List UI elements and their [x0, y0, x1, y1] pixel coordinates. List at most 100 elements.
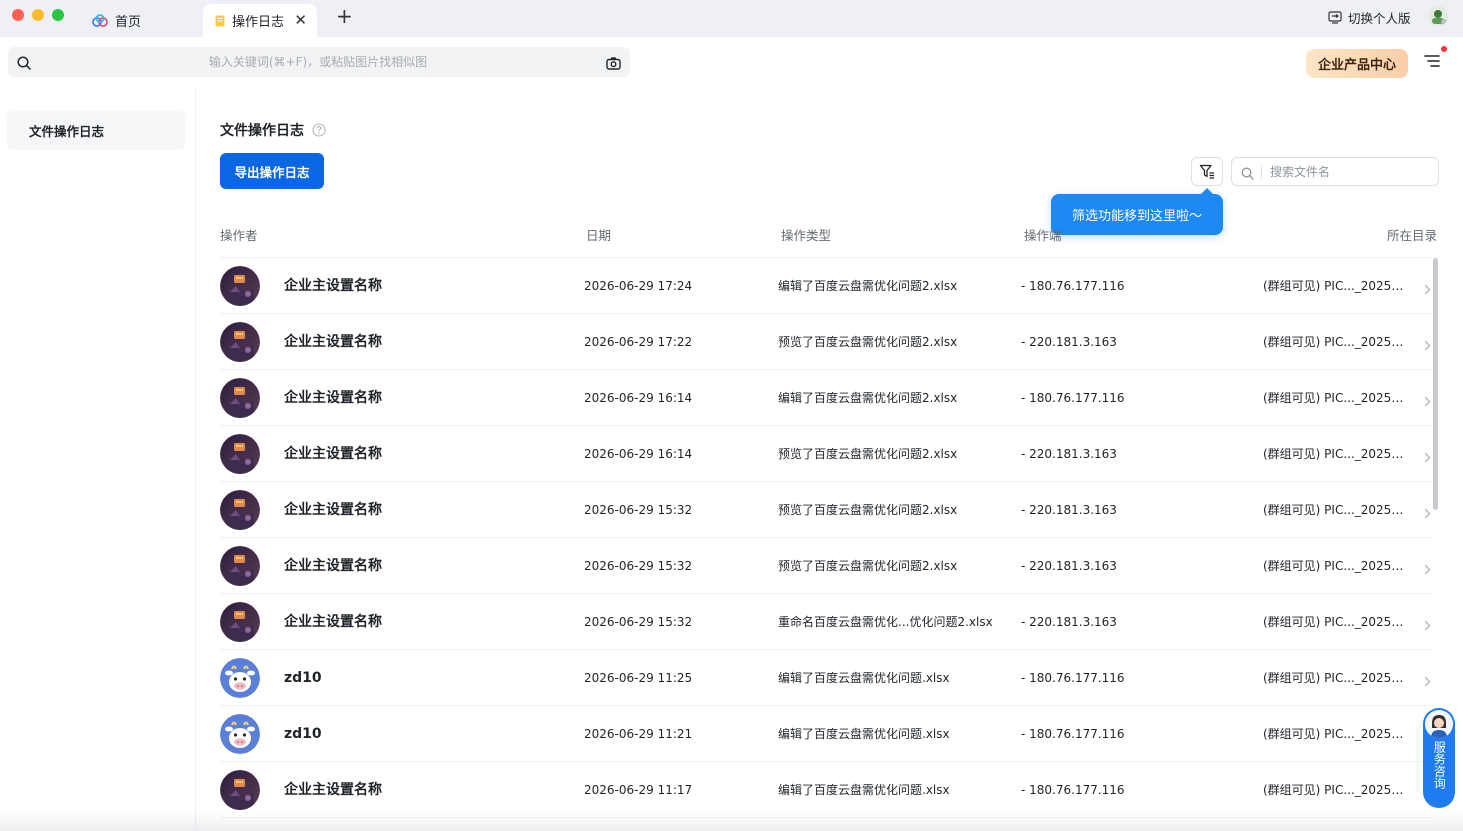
table-row[interactable]: 企业主设置名称 2026-06-29 17:24 编辑了百度云盘需优化问题2.xls… [220, 258, 1433, 314]
sidebar-item-file-operation-log[interactable]: 文件操作日志 [7, 111, 185, 150]
operation-ip: - 220.181.3.163 [1021, 335, 1117, 349]
search-separator [1261, 166, 1262, 179]
operator-avatar [220, 714, 260, 754]
directory-link[interactable]: (群组可见) PIC..._2025版.... [1263, 650, 1413, 706]
column-header-type[interactable]: 操作类型 [781, 225, 831, 244]
operation-type: 编辑了百度云盘需优化问题2.xlsx [778, 391, 958, 405]
close-tab-icon[interactable]: ✕ [294, 12, 307, 28]
chevron-right-icon[interactable] [1424, 560, 1431, 579]
operation-type: 预览了百度云盘需优化问题2.xlsx [778, 559, 958, 573]
column-header-operator[interactable]: 操作者 [220, 225, 258, 244]
hamburger-icon [1424, 55, 1440, 67]
chevron-right-icon[interactable] [1424, 504, 1431, 523]
operation-date: 2026-06-29 15:32 [584, 559, 693, 573]
title-bar: 首页 操作日志 ✕ + 切换个人版 [0, 0, 1463, 37]
table-row[interactable]: 企业主设置名称 2026-06-29 15:32 预览了百度云盘需优化问题2.xls… [220, 538, 1433, 594]
new-tab-button[interactable]: + [336, 5, 353, 27]
operator-name: 企业主设置名称 [284, 558, 382, 574]
file-name-search[interactable] [1231, 157, 1439, 186]
directory-link[interactable]: (群组可见) PIC..._2025版.... [1263, 538, 1413, 594]
chevron-right-icon[interactable] [1424, 336, 1431, 355]
operation-type: 编辑了百度云盘需优化问题.xlsx [778, 671, 950, 685]
operation-type: 编辑了百度云盘需优化问题2.xlsx [778, 279, 958, 293]
operation-date: 2026-06-29 11:25 [584, 671, 693, 685]
operation-date: 2026-06-29 11:17 [584, 783, 693, 797]
table-row[interactable]: 企业主设置名称 2026-06-29 17:22 预览了百度云盘需优化问题2.xls… [220, 314, 1433, 370]
operator-avatar [220, 770, 260, 810]
minimize-window-button[interactable] [32, 9, 44, 21]
export-log-button[interactable]: 导出操作日志 [220, 153, 324, 189]
search-icon [17, 55, 31, 74]
operation-type: 预览了百度云盘需优化问题2.xlsx [778, 335, 958, 349]
file-name-search-input[interactable] [1270, 158, 1430, 185]
operation-date: 2026-06-29 15:32 [584, 503, 693, 517]
sidebar: 文件操作日志 [0, 88, 196, 831]
menu-button[interactable] [1424, 46, 1447, 73]
operation-type: 预览了百度云盘需优化问题2.xlsx [778, 447, 958, 461]
filter-icon [1199, 164, 1214, 179]
operator-name: zd10 [284, 726, 322, 742]
close-window-button[interactable] [12, 9, 24, 21]
enterprise-product-center-button[interactable]: 企业产品中心 [1306, 49, 1408, 78]
operation-ip: - 220.181.3.163 [1021, 559, 1117, 573]
table-row[interactable]: zd10 2026-06-29 11:21 编辑了百度云盘需优化问题.xlsx - 1… [220, 706, 1433, 762]
directory-link[interactable]: (群组可见) PIC..._2025版.... [1263, 762, 1413, 818]
user-avatar[interactable] [1428, 6, 1448, 26]
cloud-logo-icon [92, 13, 108, 28]
tab-operation-log[interactable]: 操作日志 ✕ [203, 4, 317, 37]
operation-ip: - 180.76.177.116 [1021, 279, 1125, 293]
table-row[interactable]: zd10 2026-06-29 11:25 编辑了百度云盘需优化问题.xlsx - 1… [220, 650, 1433, 706]
table-row[interactable]: 企业主设置名称 2026-06-29 15:32 预览了百度云盘需优化问题2.xls… [220, 482, 1433, 538]
maximize-window-button[interactable] [52, 9, 64, 21]
switch-icon [1328, 11, 1342, 24]
tab-home[interactable]: 首页 [84, 4, 200, 37]
directory-link[interactable]: (群组可见) PIC..._2025版.... [1263, 314, 1413, 370]
operator-name: 企业主设置名称 [284, 502, 382, 518]
operation-type: 编辑了百度云盘需优化问题.xlsx [778, 783, 950, 797]
operation-type: 预览了百度云盘需优化问题2.xlsx [778, 503, 958, 517]
directory-link[interactable]: (群组可见) PIC..._2025版.... [1263, 258, 1413, 314]
log-table-body: 企业主设置名称 2026-06-29 17:24 编辑了百度云盘需优化问题2.xls… [220, 258, 1433, 831]
operator-name: zd10 [284, 670, 322, 686]
camera-icon[interactable] [606, 55, 621, 74]
directory-link[interactable]: (群组可见) PIC..._2025版.... [1263, 706, 1413, 762]
operator-name: 企业主设置名称 [284, 446, 382, 462]
switch-personal-button[interactable]: 切换个人版 [1328, 8, 1411, 26]
operation-ip: - 220.181.3.163 [1021, 615, 1117, 629]
operator-avatar [220, 658, 260, 698]
chevron-right-icon[interactable] [1424, 392, 1431, 411]
table-row[interactable]: 企业主设置名称 2026-06-29 15:32 重命名百度云盘需优化...优化问题… [220, 594, 1433, 650]
chevron-right-icon[interactable] [1424, 448, 1431, 467]
table-row[interactable]: 企业主设置名称 2026-06-29 11:17 编辑了百度云盘需优化问题.xlsx… [220, 762, 1433, 818]
table-row[interactable]: 企业主设置名称 2026-06-29 16:14 预览了百度云盘需优化问题2.xls… [220, 426, 1433, 482]
scrollbar[interactable] [1433, 258, 1438, 510]
operator-avatar [220, 322, 260, 362]
operation-date: 2026-06-29 16:14 [584, 391, 693, 405]
filter-button[interactable] [1191, 157, 1223, 186]
global-search-bar[interactable] [8, 47, 630, 77]
chevron-right-icon[interactable] [1424, 672, 1431, 691]
directory-link[interactable]: (群组可见) PIC..._2025版.... [1263, 594, 1413, 650]
directory-link[interactable]: (群组可见) PIC..._2025版.... [1263, 370, 1413, 426]
tab-home-label: 首页 [115, 15, 142, 30]
operator-name: 企业主设置名称 [284, 782, 382, 798]
search-icon [1241, 165, 1254, 184]
operation-type: 重命名百度云盘需优化...优化问题2.xlsx [778, 615, 993, 629]
column-header-dir[interactable]: 所在目录 [1387, 225, 1437, 244]
service-consult-widget[interactable]: 服务咨询 [1423, 708, 1455, 808]
operation-ip: - 180.76.177.116 [1021, 727, 1125, 741]
directory-link[interactable]: (群组可见) PIC..._2025版.... [1263, 426, 1413, 482]
column-header-ip[interactable]: 操作端 [1024, 225, 1062, 244]
chevron-right-icon[interactable] [1424, 280, 1431, 299]
bottom-fade [0, 812, 1463, 831]
column-header-date[interactable]: 日期 [586, 225, 611, 244]
chevron-right-icon[interactable] [1424, 616, 1431, 635]
directory-link[interactable]: (群组可见) PIC..._2025版.... [1263, 482, 1413, 538]
document-icon [215, 15, 225, 27]
table-row[interactable]: 企业主设置名称 2026-06-29 16:14 编辑了百度云盘需优化问题2.xls… [220, 370, 1433, 426]
help-icon[interactable] [312, 123, 326, 137]
switch-personal-label: 切换个人版 [1348, 10, 1411, 26]
operator-avatar [220, 434, 260, 474]
global-search-input[interactable] [48, 47, 588, 77]
operation-ip: - 180.76.177.116 [1021, 391, 1125, 405]
